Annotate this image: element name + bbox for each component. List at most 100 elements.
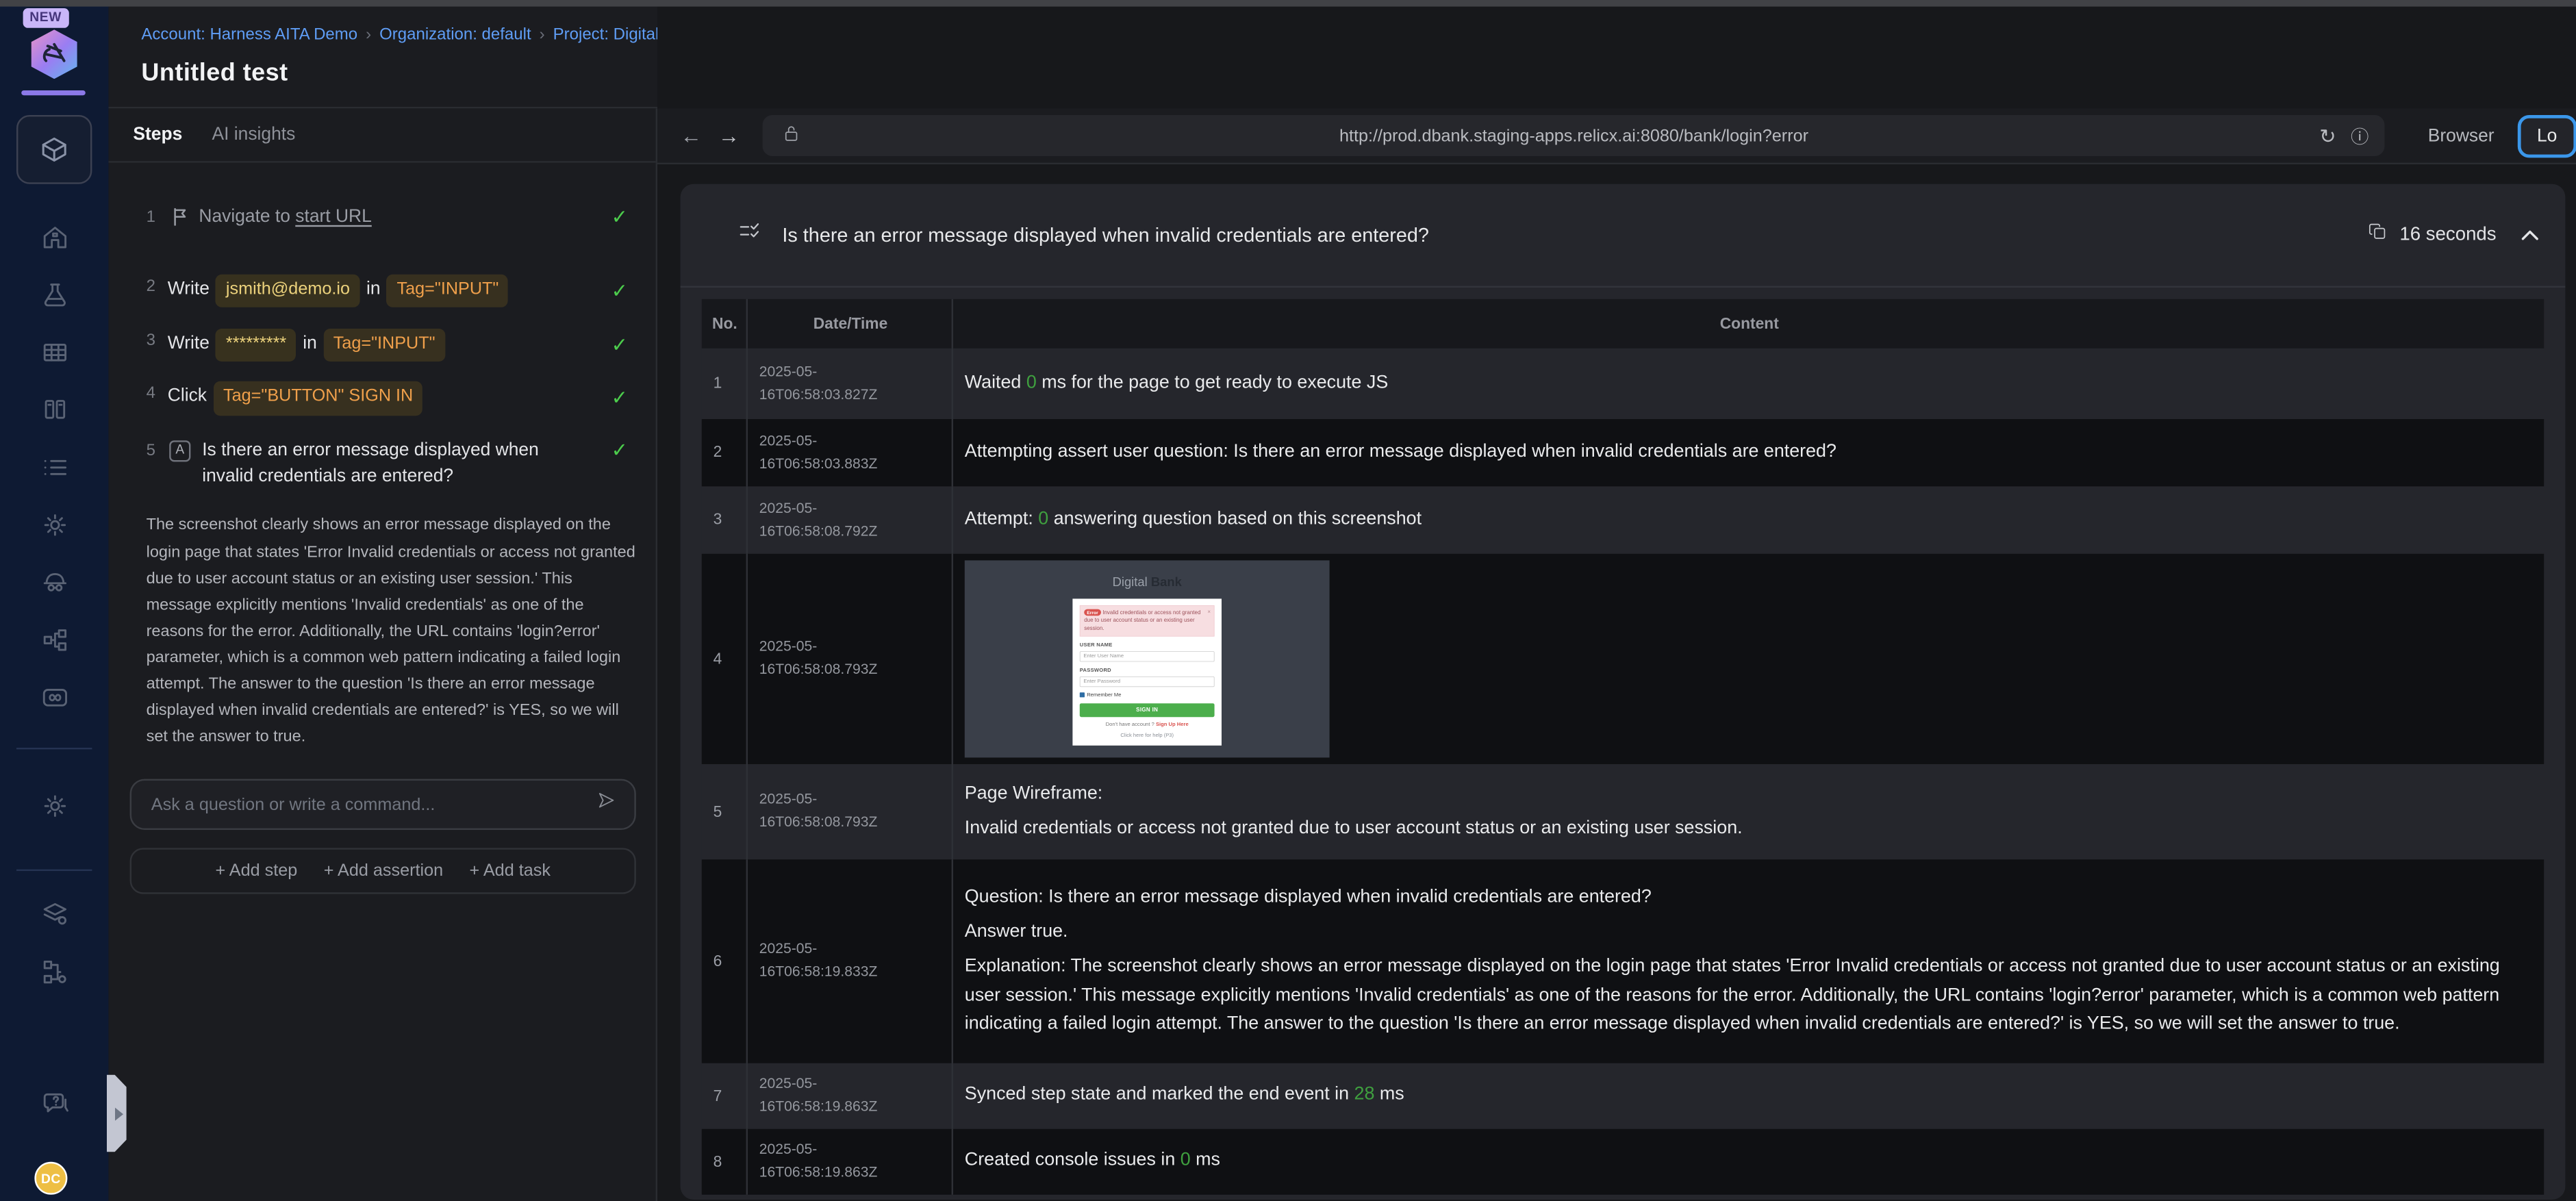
nav-item-settings[interactable] [0, 505, 108, 544]
step-row-1[interactable]: 1 Navigate to start URL ✓ [147, 205, 635, 236]
alert-close-icon: × [1207, 609, 1211, 616]
nav-item-lab[interactable] [0, 275, 108, 314]
add-task-button[interactable]: + Add task [470, 861, 551, 881]
log-row: 2 2025-05- 16T06:58:03.883Z Attempting asse… [701, 419, 2545, 487]
step-success-check-icon: ✓ [611, 333, 628, 357]
step-row-3[interactable]: 3 Write ********* in Tag="INPUT" ✓ [147, 329, 635, 362]
nav-item-tests-active[interactable] [16, 115, 92, 184]
nav-item-incognito[interactable] [0, 562, 108, 602]
chevron-up-icon[interactable] [2521, 220, 2539, 250]
step-row-4[interactable]: 4 Click Tag="BUTTON" SIGN IN ✓ [147, 381, 635, 416]
breadcrumb-org[interactable]: Organization: default [379, 26, 531, 44]
log-row: 5 2025-05- 16T06:58:08.793Z Page Wireframe:… [701, 764, 2545, 860]
start-url-link[interactable]: start URL [295, 207, 372, 227]
nav-item-help[interactable] [0, 1083, 108, 1123]
log-row: 7 2025-05- 16T06:58:19.863Z Synced step sta… [701, 1063, 2545, 1129]
send-icon[interactable] [595, 789, 618, 820]
row-timestamp: 2025-05- 16T06:58:19.863Z [748, 1128, 953, 1195]
breadcrumb-account[interactable]: Account: Harness AITA Demo [141, 26, 357, 44]
step-number: 1 [146, 208, 155, 227]
row-number: 7 [702, 1063, 748, 1129]
add-assertion-button[interactable]: + Add assertion [324, 861, 443, 881]
step-screenshot-thumbnail[interactable]: Digital Bank Error Invalid credentials or… [964, 560, 1330, 758]
tests-cube-icon [42, 137, 66, 162]
assertion-explanation: The screenshot clearly shows an error me… [146, 516, 635, 746]
log-header[interactable]: Is there an error message displayed when… [680, 184, 2566, 288]
target-chip[interactable]: Tag="INPUT" [323, 329, 445, 362]
target-chip[interactable]: Tag="INPUT" [387, 274, 509, 308]
step-row-5[interactable]: 5 A Is there an error message displayed … [147, 438, 635, 491]
step-success-check-icon: ✓ [611, 386, 628, 410]
main-area: ← → http://prod.dbank.staging-apps.relic… [657, 6, 2576, 1201]
cards-icon [44, 399, 64, 418]
row-number: 6 [702, 859, 748, 1063]
row-timestamp: 2025-05- 16T06:58:19.833Z [748, 859, 953, 1063]
nav-item-pipelines[interactable] [0, 620, 108, 659]
tab-steps[interactable]: Steps [133, 125, 182, 144]
tab-ai-insights[interactable]: AI insights [212, 125, 296, 144]
nav-item-account-settings[interactable] [0, 785, 108, 825]
nav-item-layers-settings[interactable] [0, 894, 108, 934]
lab-flask-icon [43, 282, 65, 306]
value-chip[interactable]: ********* [216, 329, 296, 362]
assertion-badge: A [169, 440, 191, 462]
bank-brand: Digital Bank [1112, 574, 1182, 589]
col-date: Date/Time [748, 299, 953, 349]
reload-icon[interactable]: ↻ [2319, 124, 2336, 147]
info-icon[interactable]: ⓘ [2351, 123, 2369, 149]
log-card: Is there an error message displayed when… [680, 184, 2566, 1200]
nav-item-cards[interactable] [0, 390, 108, 429]
harness-logo-icon[interactable] [31, 29, 77, 79]
window-top-edge [0, 0, 2576, 7]
value-chip[interactable]: jsmith@demo.io [216, 274, 360, 308]
nav-item-home[interactable] [0, 217, 108, 257]
log-table-header: No. Date/Time Content [701, 299, 2545, 349]
forward-arrow-icon[interactable]: → [718, 123, 740, 148]
log-row: 1 2025-05- 16T06:58:03.827Z Waited 0 ms for… [701, 348, 2545, 419]
duration-label: 16 seconds [2399, 225, 2497, 245]
sign-in-button: SIGN IN [1079, 703, 1215, 718]
remember-me-row: Remember Me [1079, 691, 1215, 699]
nav-item-table[interactable] [0, 332, 108, 372]
browser-view-tab[interactable]: Browser [2415, 118, 2508, 154]
data-table-icon [42, 342, 66, 361]
page-title: Untitled test [141, 59, 288, 88]
url-bar[interactable]: http://prod.dbank.staging-apps.relicx.ai… [762, 115, 2386, 157]
incognito-icon [42, 572, 66, 591]
log-row: 4 2025-05- 16T06:58:08.793Z Digital Bank E… [701, 553, 2545, 764]
user-avatar[interactable]: DC [34, 1161, 68, 1195]
target-chip[interactable]: Tag="BUTTON" SIGN IN [213, 381, 423, 416]
row-content: Synced step state and marked the end eve… [964, 1085, 1404, 1105]
row-content: Attempt: 0 answering question based on t… [964, 509, 1422, 529]
logs-view-tab[interactable]: Lo [2517, 114, 2576, 157]
row-number: 4 [702, 553, 748, 764]
add-step-button[interactable]: + Add step [215, 861, 297, 881]
copy-icon[interactable] [2369, 220, 2388, 250]
add-actions-bar: + Add step + Add assertion + Add task [129, 848, 636, 894]
nav-item-org-settings[interactable] [0, 952, 108, 991]
step-text: Write ********* in Tag="INPUT" [168, 329, 452, 362]
row-number: 3 [702, 486, 748, 554]
step-success-check-icon: ✓ [611, 205, 628, 229]
step-text: Navigate to start URL [199, 207, 372, 227]
ask-command-input[interactable] [148, 793, 595, 816]
nav-item-chaos[interactable] [0, 677, 108, 717]
panel-expand-handle[interactable] [107, 1074, 127, 1152]
logo-underline [21, 90, 86, 96]
login-card: Error Invalid credentials or access not g… [1072, 598, 1222, 746]
step-row-2[interactable]: 2 Write jsmith@demo.io in Tag="INPUT" ✓ [147, 274, 635, 308]
pipeline-blocks-icon [42, 628, 66, 650]
row-timestamp: 2025-05- 16T06:58:08.793Z [748, 764, 953, 860]
nav-item-checklist[interactable] [0, 447, 108, 487]
breadcrumb-separator: › [539, 26, 545, 45]
row-content: Waited 0 ms for the page to get ready to… [964, 372, 1389, 393]
breadcrumb: Account: Harness AITA Demo › Organization:… [141, 26, 700, 44]
back-arrow-icon[interactable]: ← [681, 123, 702, 148]
app-window: NEW DC Account: Harness AITA Demo › Organi… [0, 0, 2576, 1201]
step-text: Write jsmith@demo.io in Tag="INPUT" [168, 274, 516, 308]
layers-settings-icon [42, 902, 66, 924]
row-number: 2 [702, 419, 748, 487]
password-label: PASSWORD [1079, 667, 1111, 674]
username-field: Enter User Name [1079, 651, 1215, 662]
rail-divider [16, 869, 92, 871]
